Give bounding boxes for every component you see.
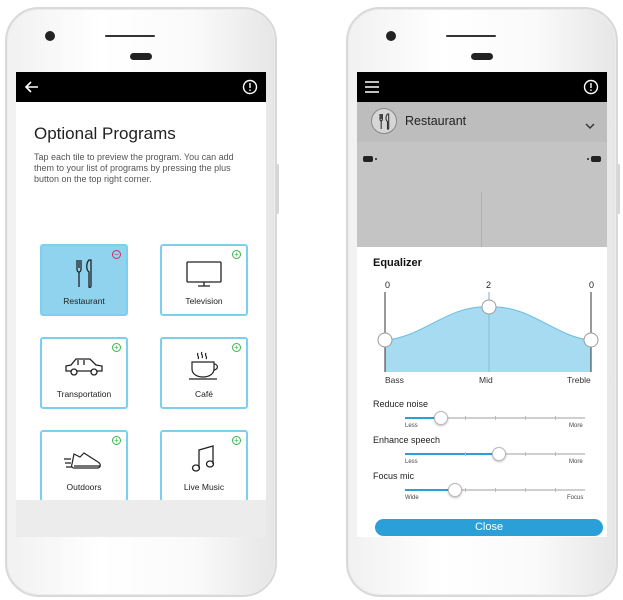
- focus-mic-max: Focus: [567, 495, 584, 501]
- slider-knob[interactable]: [434, 411, 448, 425]
- page-title: Optional Programs: [34, 124, 176, 143]
- right-hearing-aid-icon: [585, 150, 601, 168]
- top-app-bar: [357, 72, 607, 102]
- earpiece: [446, 35, 496, 37]
- screen-optional-programs: Optional Programs Tap each tile to previ…: [16, 72, 266, 537]
- enhance-speech-label: Enhance speech: [373, 435, 441, 445]
- mid-label: Mid: [479, 375, 493, 385]
- phone-left: Optional Programs Tap each tile to previ…: [5, 7, 279, 597]
- info-icon[interactable]: [242, 79, 258, 100]
- enhance-speech-max: More: [569, 459, 583, 465]
- tile-restaurant[interactable]: − Restaurant: [40, 244, 128, 316]
- reduce-noise-slider[interactable]: [405, 411, 585, 425]
- back-arrow-icon[interactable]: [24, 79, 40, 100]
- equalizer-graph: [377, 292, 599, 372]
- tile-label: Café: [195, 389, 213, 399]
- sensor: [471, 53, 493, 60]
- bottom-area: [16, 500, 266, 537]
- power-button: [617, 164, 620, 214]
- program-name: Restaurant: [405, 114, 467, 128]
- focus-mic-slider[interactable]: [405, 483, 585, 497]
- sensor: [130, 53, 152, 60]
- volume-balance-area: [357, 142, 607, 247]
- menu-icon[interactable]: [365, 80, 379, 98]
- tile-label: Television: [185, 296, 223, 306]
- reduce-noise-label: Reduce noise: [373, 399, 429, 409]
- front-camera: [45, 31, 55, 41]
- slider-fill: [405, 453, 499, 455]
- treble-value: 0: [589, 280, 595, 290]
- tile-live-music[interactable]: + Live Music: [160, 430, 248, 502]
- left-hearing-aid-icon: [363, 150, 379, 168]
- slider-knob[interactable]: [491, 447, 506, 461]
- settings-panel: Equalizer 0 2 0 Bass Mid Treble Reduce n…: [357, 247, 607, 537]
- tile-label: Restaurant: [63, 296, 105, 306]
- fork-knife-icon: [42, 256, 126, 295]
- tile-cafe[interactable]: + Café: [160, 337, 248, 409]
- enhance-speech-min: Less: [405, 459, 418, 465]
- television-icon: [162, 256, 246, 295]
- tile-television[interactable]: + Television: [160, 244, 248, 316]
- slider-knob[interactable]: [448, 483, 463, 497]
- tile-label: Transportation: [56, 389, 112, 399]
- balance-divider: [481, 192, 482, 247]
- bass-knob: [377, 332, 393, 348]
- treble-knob: [583, 332, 599, 348]
- top-app-bar: [16, 72, 266, 102]
- reduce-noise-max: More: [569, 423, 583, 429]
- tile-label: Outdoors: [66, 482, 102, 492]
- fork-knife-icon: [371, 108, 397, 134]
- front-camera: [386, 31, 396, 41]
- car-icon: [42, 349, 126, 388]
- tile-transportation[interactable]: + Transportation: [40, 337, 128, 409]
- focus-mic-min: Wide: [405, 495, 419, 501]
- reduce-noise-min: Less: [405, 423, 418, 429]
- phone-right: Restaurant Equalizer 0 2 0 Bass Mid Treb…: [346, 7, 620, 597]
- tile-outdoors[interactable]: + Outdoors: [40, 430, 128, 502]
- tile-label: Live Music: [183, 482, 225, 492]
- mid-value: 2: [486, 280, 492, 290]
- bass-label: Bass: [385, 375, 404, 385]
- earpiece: [105, 35, 155, 37]
- chevron-down-icon[interactable]: [585, 117, 595, 135]
- bass-value: 0: [385, 280, 391, 290]
- music-note-icon: [162, 442, 246, 481]
- power-button: [276, 164, 279, 214]
- enhance-speech-slider[interactable]: [405, 447, 585, 461]
- screen-program-settings: Restaurant Equalizer 0 2 0 Bass Mid Treb…: [357, 72, 607, 537]
- treble-label: Treble: [567, 375, 591, 385]
- focus-mic-label: Focus mic: [373, 471, 415, 481]
- info-icon[interactable]: [583, 79, 599, 100]
- close-button[interactable]: Close: [375, 519, 603, 536]
- coffee-cup-icon: [162, 349, 246, 388]
- page-description: Tap each tile to preview the program. Yo…: [34, 152, 234, 184]
- mid-knob: [481, 299, 497, 315]
- equalizer-title: Equalizer: [373, 257, 422, 269]
- program-selector[interactable]: Restaurant: [357, 102, 607, 142]
- sneaker-icon: [42, 442, 126, 481]
